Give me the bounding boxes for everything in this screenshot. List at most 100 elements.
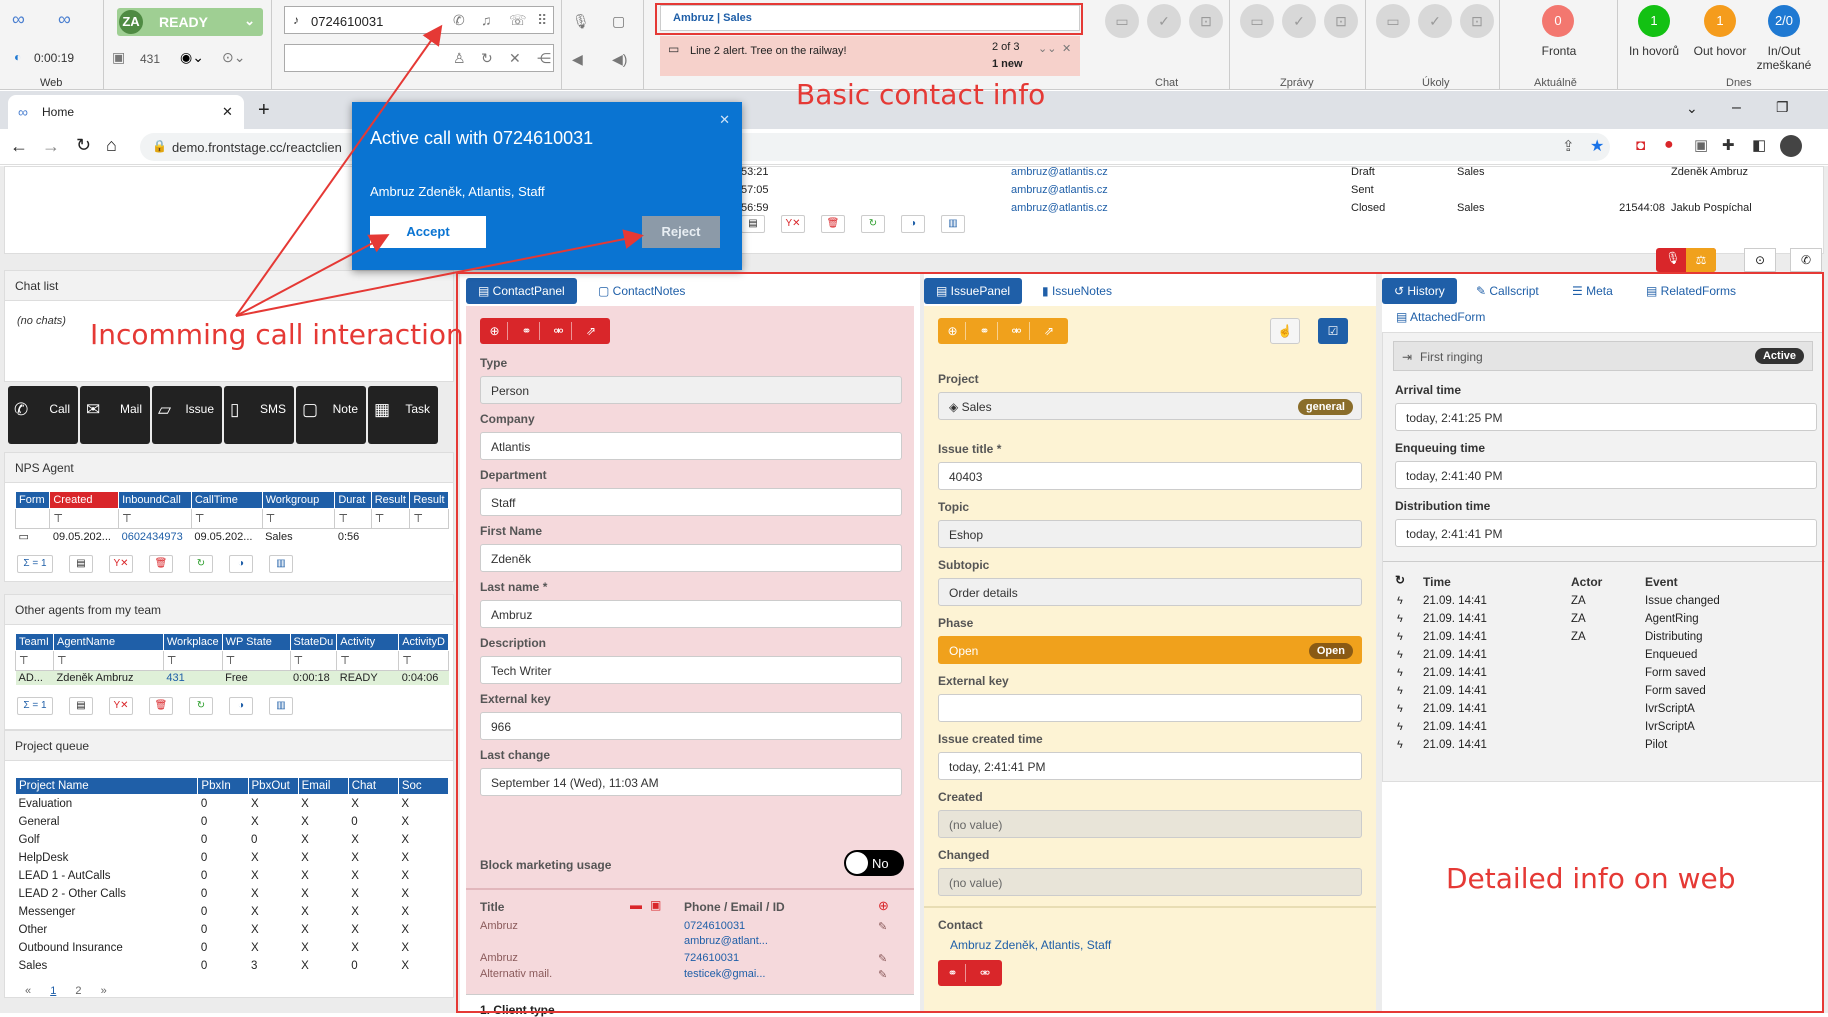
col-header[interactable]: AgentName bbox=[52, 633, 164, 651]
table-row[interactable]: LEAD 2 - Other Calls 0 X X X X bbox=[16, 885, 449, 903]
volume-icon[interactable]: ◀) bbox=[612, 50, 627, 68]
table-row[interactable]: ▭ 09.05.202... 0602434973 09.05.202... S… bbox=[16, 529, 449, 545]
close-tab-icon[interactable]: ✕ bbox=[222, 104, 233, 120]
filter-cell[interactable]: ⊤ bbox=[370, 508, 411, 529]
table-row[interactable]: Other 0 X X X X bbox=[16, 921, 449, 939]
microphone-icon[interactable]: 🎙 bbox=[1660, 251, 1686, 269]
issue-button[interactable]: ▱ Issue bbox=[152, 386, 222, 444]
screen-icon[interactable]: ▢ bbox=[612, 12, 625, 30]
filter-cell[interactable] bbox=[14, 508, 51, 529]
filter-cell[interactable]: ⊤ bbox=[336, 650, 400, 671]
scale-icon[interactable]: ⚖ bbox=[1686, 248, 1716, 272]
call-button[interactable]: ✆ Call bbox=[8, 386, 78, 444]
cell[interactable]: 431 bbox=[163, 671, 222, 686]
filter-cell[interactable]: ⊤ bbox=[49, 508, 120, 529]
missed-counter[interactable]: 2/0 bbox=[1768, 5, 1800, 37]
close-icon[interactable]: ✕ bbox=[1062, 40, 1071, 58]
filter-cell[interactable]: ⊤ bbox=[118, 508, 192, 529]
columns-icon[interactable]: ▥ bbox=[269, 555, 293, 573]
phone-incoming-icon[interactable]: ✆ bbox=[453, 11, 465, 29]
filter-cell[interactable]: ⊤ bbox=[221, 650, 291, 671]
pause-icon[interactable]: ◉⌄ bbox=[180, 48, 204, 66]
col-header[interactable]: Durat bbox=[334, 491, 372, 509]
export-icon[interactable]: ▤ bbox=[69, 697, 93, 715]
table-row[interactable]: Sales 0 3 X 0 X bbox=[16, 957, 449, 975]
col-header[interactable]: ActivityD bbox=[398, 633, 449, 651]
contrast-icon[interactable]: ◑ bbox=[229, 697, 253, 715]
trash-icon[interactable]: 🗑 bbox=[149, 555, 173, 573]
puzzle-icon[interactable]: ✚ bbox=[1722, 136, 1735, 154]
table-row[interactable]: General 0 X X 0 X bbox=[16, 813, 449, 831]
tab-list-icon[interactable]: ⌄ bbox=[1686, 100, 1698, 117]
accept-button[interactable]: Accept bbox=[370, 216, 486, 248]
close-icon[interactable]: ✕ bbox=[509, 49, 521, 67]
browser-tab[interactable]: ∞ Home ✕ bbox=[8, 95, 244, 129]
profile-avatar[interactable] bbox=[1780, 135, 1802, 157]
row-email[interactable]: ambruz@atlantis.cz bbox=[1011, 163, 1108, 181]
check-icon[interactable]: ✓ bbox=[1282, 4, 1316, 38]
filter-cell[interactable]: ⊤ bbox=[334, 508, 372, 529]
col-header[interactable]: Email bbox=[297, 777, 349, 795]
table-row[interactable]: Evaluation 0 X X X X bbox=[16, 795, 449, 813]
restore-icon[interactable]: ❐ bbox=[1776, 99, 1789, 116]
speaker-icon[interactable]: ◀ bbox=[572, 50, 583, 68]
mail-button[interactable]: ✉ Mail bbox=[80, 386, 150, 444]
refresh-icon[interactable]: ↻ bbox=[861, 215, 885, 233]
record-icon[interactable]: ⊙ bbox=[1744, 248, 1776, 272]
second-line-input[interactable]: ♙ ↻ ✕ ⋲ bbox=[284, 44, 554, 72]
phone-number-input[interactable]: ♪ 0724610031 ✆ ♫ ☏ ⠿ bbox=[284, 6, 554, 34]
keypad-icon[interactable]: ⠿ bbox=[537, 11, 547, 29]
table-row[interactable]: Messenger 0 X X X X bbox=[16, 903, 449, 921]
col-header[interactable]: TeamI bbox=[15, 633, 54, 651]
col-header[interactable]: Workgroup bbox=[261, 491, 336, 509]
table-row[interactable]: Golf 0 0 X X X bbox=[16, 831, 449, 849]
trash-icon[interactable]: 🗑 bbox=[821, 215, 845, 233]
filter-cell[interactable]: ⊤ bbox=[398, 650, 449, 671]
queue-counter[interactable]: 0 bbox=[1542, 5, 1574, 37]
col-header[interactable]: WP State bbox=[221, 633, 291, 651]
extension-icon[interactable]: ▣ bbox=[1694, 136, 1708, 154]
hangup-icon[interactable]: ☏ bbox=[509, 11, 527, 29]
columns-icon[interactable]: ▥ bbox=[941, 215, 965, 233]
forward-icon[interactable]: → bbox=[42, 136, 60, 157]
columns-icon[interactable]: ▥ bbox=[269, 697, 293, 715]
redo-icon[interactable]: ↻ bbox=[481, 49, 493, 67]
user-icon[interactable]: ♙ bbox=[453, 49, 466, 67]
pager-prev[interactable]: « bbox=[25, 985, 31, 997]
filter-cell[interactable]: ⊤ bbox=[190, 508, 263, 529]
pager-page-2[interactable]: 2 bbox=[75, 985, 81, 997]
col-header[interactable]: InboundCall bbox=[118, 491, 192, 509]
note-button[interactable]: ▢ Note bbox=[296, 386, 366, 444]
in-calls-counter[interactable]: 1 bbox=[1638, 5, 1670, 37]
phone-icon[interactable]: ✆ bbox=[1790, 248, 1822, 272]
task-icon[interactable]: ▭ bbox=[1376, 4, 1410, 38]
music-icon[interactable]: ♫ bbox=[481, 11, 492, 29]
infinity-icon[interactable]: ∞ bbox=[58, 10, 71, 28]
microphone-icon[interactable]: 🎙 bbox=[572, 12, 590, 30]
col-header[interactable]: PbxIn bbox=[197, 777, 249, 795]
clear-filter-icon[interactable]: Y✕ bbox=[109, 697, 133, 715]
col-header[interactable]: Project Name bbox=[14, 777, 199, 795]
col-header[interactable]: Soc bbox=[397, 777, 450, 795]
col-header[interactable]: Form bbox=[14, 491, 51, 509]
share-icon[interactable]: ⋲ bbox=[537, 49, 551, 67]
export-icon[interactable]: ▤ bbox=[69, 555, 93, 573]
filter-cell[interactable]: ⊤ bbox=[289, 650, 338, 671]
close-icon[interactable]: ✕ bbox=[719, 112, 730, 128]
col-header[interactable]: Result bbox=[409, 491, 449, 509]
task-history-icon[interactable]: ⊡ bbox=[1460, 4, 1494, 38]
col-header[interactable]: Result bbox=[370, 491, 411, 509]
col-header[interactable]: Workplace bbox=[162, 633, 223, 651]
reload-icon[interactable]: ↻ bbox=[76, 135, 91, 156]
export-icon[interactable]: ▤ bbox=[741, 215, 765, 233]
back-icon[interactable]: ← bbox=[10, 136, 28, 157]
contrast-icon[interactable]: ◑ bbox=[901, 215, 925, 233]
col-header[interactable]: Activity bbox=[336, 633, 400, 651]
col-header[interactable]: Created bbox=[49, 491, 120, 509]
task-button[interactable]: ▦ Task bbox=[368, 386, 438, 444]
pocket-icon[interactable]: ◘ bbox=[1636, 137, 1645, 154]
sms-button[interactable]: ▯ SMS bbox=[224, 386, 294, 444]
contrast-icon[interactable]: ◑ bbox=[229, 555, 253, 573]
filter-cell[interactable]: ⊤ bbox=[409, 508, 449, 529]
pager-page-1[interactable]: 1 bbox=[50, 985, 56, 997]
